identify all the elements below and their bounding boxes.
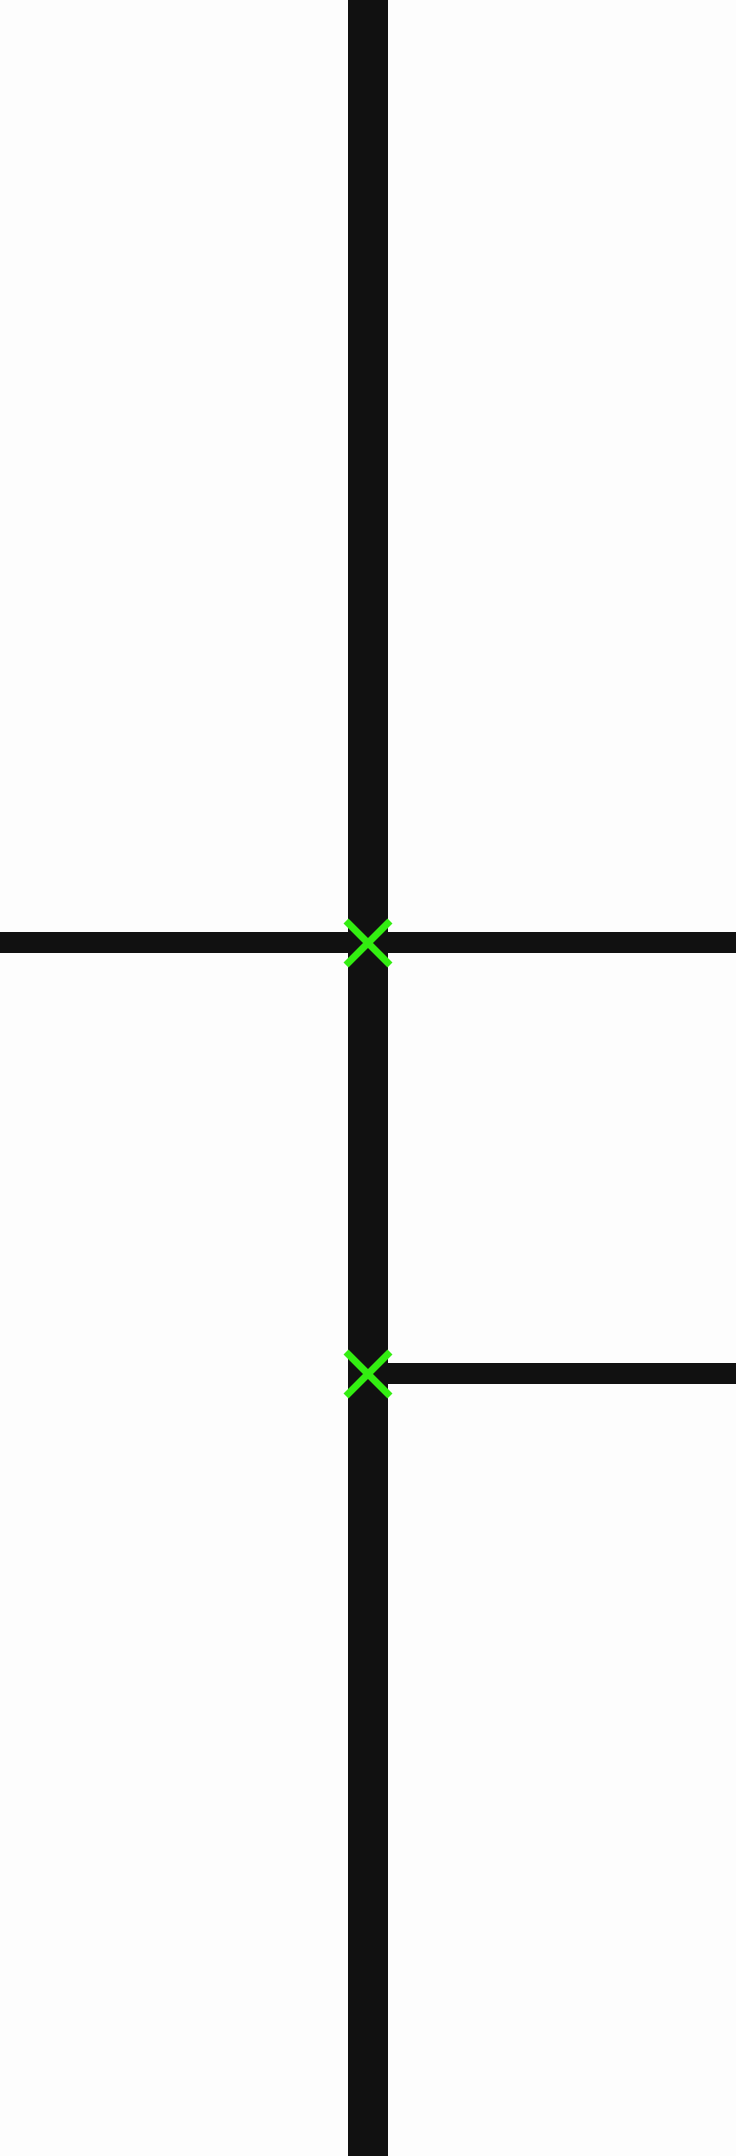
vertical-trunk-line <box>348 0 388 2156</box>
lower-branch-line <box>368 1363 736 1384</box>
line-diagram <box>0 0 736 2156</box>
diagram-canvas <box>0 0 736 2156</box>
